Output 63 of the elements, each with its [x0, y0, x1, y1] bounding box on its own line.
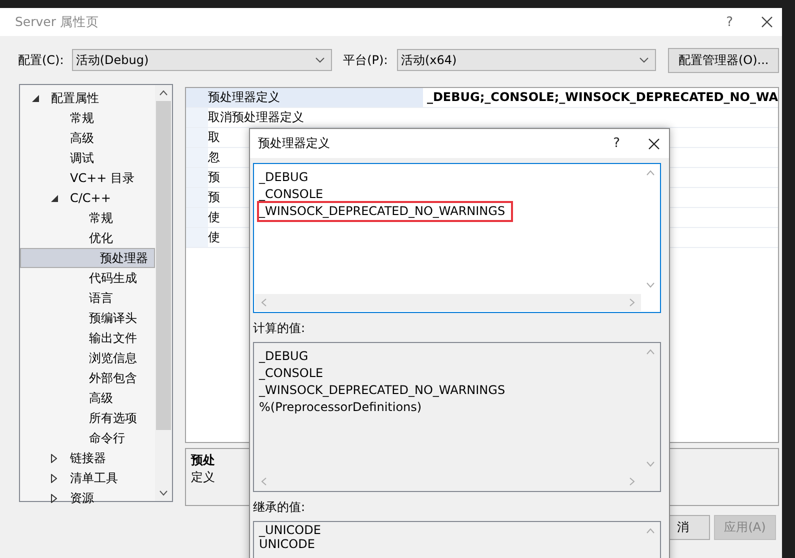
- computed-line: %(PreprocessorDefinitions): [259, 399, 422, 416]
- tree-item[interactable]: 清单工具: [20, 468, 155, 488]
- chevron-down-icon[interactable]: [158, 490, 168, 496]
- tree-item[interactable]: 高级: [20, 388, 155, 408]
- chevron-up-icon[interactable]: [158, 90, 168, 96]
- tree-item[interactable]: 常规: [20, 108, 155, 128]
- help-button[interactable]: ?: [613, 136, 620, 151]
- tree-item[interactable]: 浏览信息: [20, 348, 155, 368]
- tree-item[interactable]: 预编译头: [20, 308, 155, 328]
- computed-line: _CONSOLE: [259, 365, 324, 382]
- chevron-down-icon: [639, 57, 650, 63]
- tree-item[interactable]: 预处理器: [20, 248, 155, 268]
- definition-line: _DEBUG: [259, 169, 308, 186]
- scrollbar[interactable]: [154, 85, 172, 501]
- close-icon[interactable]: [648, 138, 660, 150]
- inherited-values-label: 继承的值:: [253, 499, 306, 516]
- inherited-line: _UNICODE: [259, 523, 321, 537]
- inherited-line: UNICODE: [259, 537, 315, 551]
- tree-item[interactable]: 高级: [20, 128, 155, 148]
- tree-item[interactable]: 优化: [20, 228, 155, 248]
- description-text: 定义: [190, 469, 216, 486]
- definition-line: _WINSOCK_DEPRECATED_NO_WARNINGS: [259, 203, 512, 220]
- tree-item[interactable]: 配置属性: [20, 88, 155, 108]
- platform-label: 平台(P):: [343, 52, 389, 68]
- tree-item[interactable]: VC++ 目录: [20, 168, 155, 188]
- tree-item[interactable]: 代码生成: [20, 268, 155, 288]
- close-icon[interactable]: [761, 16, 773, 28]
- tree-item[interactable]: 命令行: [20, 428, 155, 448]
- horizontal-scrollbar[interactable]: [255, 294, 641, 311]
- tree-item[interactable]: 外部包含: [20, 368, 155, 388]
- property-value[interactable]: _DEBUG;_CONSOLE;_WINSOCK_DEPRECATED_NO_WA: [422, 88, 778, 107]
- collapsed-triangle-icon[interactable]: [51, 494, 57, 502]
- chevron-right-icon[interactable]: [629, 477, 635, 486]
- chevron-left-icon[interactable]: [261, 477, 267, 486]
- collapsed-triangle-icon[interactable]: [51, 474, 57, 482]
- platform-dropdown[interactable]: 活动(x64): [396, 49, 656, 71]
- definition-line: _CONSOLE: [259, 186, 324, 203]
- computed-values-label: 计算的值:: [253, 320, 306, 337]
- tree-item[interactable]: C/C++: [20, 188, 155, 208]
- config-label: 配置(C):: [18, 52, 65, 68]
- tree-item[interactable]: 调试: [20, 148, 155, 168]
- expanded-triangle-icon[interactable]: [51, 194, 58, 202]
- computed-line: _DEBUG: [259, 348, 308, 365]
- tree-item[interactable]: 语言: [20, 288, 155, 308]
- collapsed-triangle-icon[interactable]: [51, 454, 57, 462]
- description-title: 预处: [190, 452, 216, 469]
- config-manager-button[interactable]: 配置管理器(O)...: [668, 48, 779, 72]
- tree-item[interactable]: 资源: [20, 488, 155, 508]
- tree-item[interactable]: 链接器: [20, 448, 155, 468]
- definitions-input[interactable]: _DEBUG _CONSOLE _WINSOCK_DEPRECATED_NO_WARNINGS: [253, 163, 661, 313]
- config-dropdown[interactable]: 活动(Debug): [72, 49, 332, 71]
- property-name[interactable]: 预处理器定义: [186, 88, 423, 107]
- window-title: Server 属性页: [15, 14, 99, 30]
- tree-item[interactable]: 所有选项: [20, 408, 155, 428]
- tree-item[interactable]: 常规: [20, 208, 155, 228]
- expanded-triangle-icon[interactable]: [32, 94, 39, 102]
- help-button[interactable]: ?: [726, 14, 733, 30]
- chevron-down-icon: [315, 57, 326, 63]
- chevron-left-icon[interactable]: [261, 298, 267, 307]
- tree-item[interactable]: 输出文件: [20, 328, 155, 348]
- dialog-title: 预处理器定义: [258, 135, 330, 152]
- chevron-right-icon[interactable]: [629, 298, 635, 307]
- computed-line: _WINSOCK_DEPRECATED_NO_WARNINGS: [259, 382, 506, 399]
